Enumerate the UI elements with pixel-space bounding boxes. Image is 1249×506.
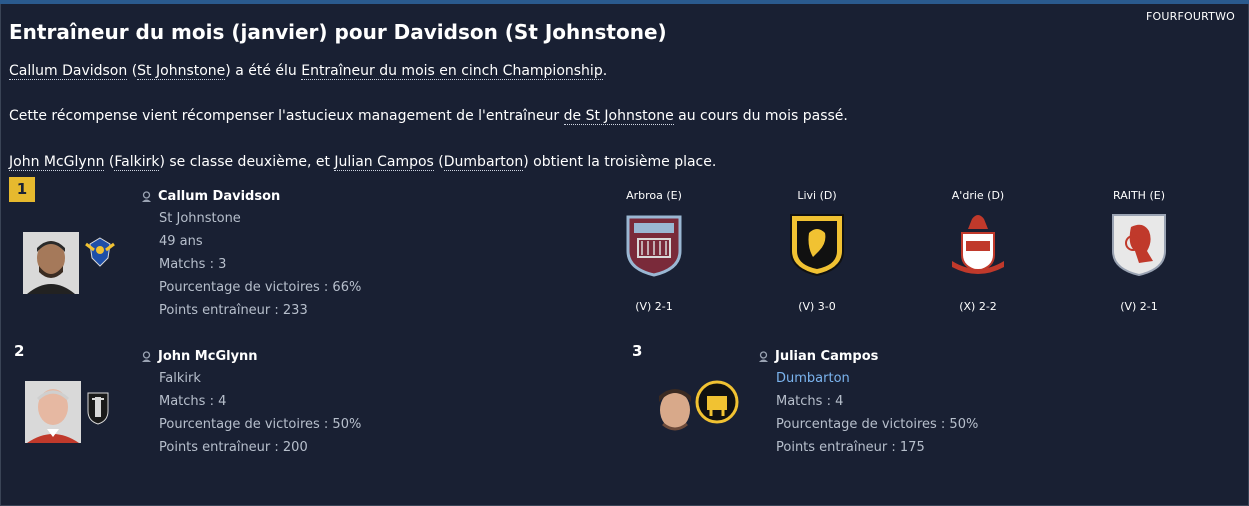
third-points: Points entraîneur : 175: [776, 440, 925, 455]
summary-paragraph: Callum Davidson (St Johnstone) a été élu…: [9, 63, 608, 80]
winner-club[interactable]: St Johnstone: [141, 211, 361, 227]
second-club[interactable]: Falkirk: [141, 371, 361, 387]
winner-name[interactable]: Callum Davidson: [158, 189, 280, 204]
person-icon: [141, 191, 152, 202]
award-link[interactable]: Entraîneur du mois en cinch Championship: [301, 63, 603, 80]
match-4[interactable]: RAITH (E) (V) 2-1: [1079, 189, 1199, 319]
person-icon: [141, 351, 152, 362]
winner-matches: Matchs : 3: [159, 257, 227, 272]
ranking-paragraph: John McGlynn (Falkirk) se classe deuxièm…: [9, 154, 717, 171]
third-club[interactable]: Dumbarton: [758, 371, 978, 387]
club-crest-dumbarton[interactable]: [695, 380, 739, 428]
second-matches: Matchs : 4: [159, 394, 227, 409]
detail-paragraph: Cette récompense vient récompenser l'ast…: [9, 108, 848, 125]
airdrie-crest: [948, 211, 1008, 277]
raith-crest: [1109, 211, 1169, 277]
news-source: FOURFOURTWO: [1145, 10, 1235, 23]
second-coach-link[interactable]: John McGlynn: [9, 154, 105, 171]
avatar[interactable]: [23, 232, 79, 294]
third-name[interactable]: Julian Campos: [775, 349, 878, 364]
club-crest-st-johnstone[interactable]: [80, 234, 120, 278]
club-link[interactable]: de St Johnstone: [563, 108, 674, 125]
match-3[interactable]: A'drie (D) (X) 2-2: [918, 189, 1038, 319]
third-coach-link[interactable]: Julian Campos: [334, 154, 434, 171]
rank-badge-2: 2: [14, 342, 25, 360]
livingston-crest: [787, 211, 847, 277]
second-info: John McGlynn Falkirk Matchs : 4 Pourcent…: [141, 349, 361, 456]
second-club-link[interactable]: Falkirk: [114, 154, 160, 171]
winner-info: Callum Davidson St Johnstone 49 ans Matc…: [141, 189, 361, 319]
third-club-link[interactable]: Dumbarton: [443, 154, 524, 171]
match-2[interactable]: Livi (D) (V) 3-0: [757, 189, 877, 319]
club-crest-falkirk[interactable]: [84, 389, 112, 429]
avatar[interactable]: [645, 380, 701, 442]
winner-points: Points entraîneur : 233: [159, 303, 308, 318]
coach-link[interactable]: Callum Davidson: [9, 63, 128, 80]
match-1[interactable]: Arbroa (E) (V) 2-1: [594, 189, 714, 319]
winner-age: 49 ans: [159, 234, 203, 249]
top-accent-bar: [0, 0, 1249, 4]
avatar[interactable]: [25, 381, 81, 443]
winner-winpct: Pourcentage de victoires : 66%: [159, 280, 362, 295]
second-name[interactable]: John McGlynn: [158, 349, 258, 364]
rank-badge-1: 1: [9, 177, 35, 202]
club-link[interactable]: St Johnstone: [137, 63, 226, 80]
second-points: Points entraîneur : 200: [159, 440, 308, 455]
third-winpct: Pourcentage de victoires : 50%: [776, 417, 979, 432]
second-winpct: Pourcentage de victoires : 50%: [159, 417, 362, 432]
third-matches: Matchs : 4: [776, 394, 844, 409]
arbroath-crest: [624, 211, 684, 277]
person-icon: [758, 351, 769, 362]
page-title: Entraîneur du mois (janvier) pour Davids…: [9, 20, 667, 44]
third-info: Julian Campos Dumbarton Matchs : 4 Pourc…: [758, 349, 978, 456]
rank-badge-3: 3: [632, 342, 643, 360]
